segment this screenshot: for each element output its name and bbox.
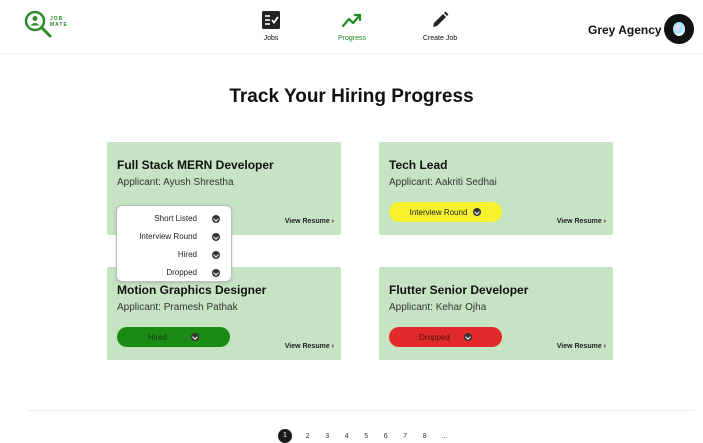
nav-progress[interactable]: Progress [317, 10, 387, 48]
nav-jobs-label: Jobs [263, 35, 279, 42]
chevron-down-icon [212, 233, 220, 241]
status-option-dropped[interactable]: Dropped [117, 264, 231, 282]
status-option-label: Short Listed [154, 214, 197, 223]
job-title: Motion Graphics Designer [117, 283, 267, 297]
nav-create-job-label: Create Job [422, 35, 458, 42]
chevron-down-icon [212, 269, 220, 277]
page-button-current[interactable]: 1 [278, 429, 292, 443]
footer-divider [28, 410, 695, 411]
applicant-name: Applicant: Pramesh Pathak [117, 302, 238, 313]
pagination: 1 2 3 4 5 6 7 8 ... [278, 429, 454, 443]
pencil-icon [433, 11, 449, 27]
status-dropdown-button[interactable]: Hired [117, 327, 230, 347]
page-button[interactable]: 3 [318, 433, 338, 440]
status-label: Hired [147, 332, 168, 342]
top-navbar: JOB MATE Jobs Progress Create Job Grey A… [0, 0, 703, 54]
page-ellipsis: ... [441, 432, 448, 440]
view-resume-link[interactable]: View Resume › [285, 343, 334, 350]
page-button[interactable]: 4 [337, 433, 357, 440]
status-dropdown-button[interactable]: Interview Round [389, 202, 502, 222]
logo-text: JOB MATE [50, 16, 68, 28]
trend-line-icon [341, 13, 362, 28]
chevron-down-icon [463, 333, 472, 341]
status-dropdown-menu: Short Listed Interview Round Hired Dropp… [116, 205, 232, 282]
job-card: Flutter Senior Developer Applicant: Keha… [379, 267, 613, 360]
job-card: Tech Lead Applicant: Aakriti Sedhai Inte… [379, 142, 613, 235]
page-title: Track Your Hiring Progress [229, 86, 474, 107]
view-resume-link[interactable]: View Resume › [557, 218, 606, 225]
status-option-hired[interactable]: Hired [117, 246, 231, 264]
page-button[interactable]: 6 [376, 433, 396, 440]
status-option-label: Hired [177, 250, 197, 259]
checklist-icon [262, 11, 280, 29]
status-option-short-listed[interactable]: Short Listed [117, 210, 231, 228]
jobmate-logo[interactable]: JOB MATE [24, 10, 94, 44]
view-resume-link[interactable]: View Resume › [557, 343, 606, 350]
page-button[interactable]: 2 [298, 433, 318, 440]
page-button[interactable]: 8 [415, 433, 435, 440]
avatar-icon[interactable] [664, 14, 694, 44]
applicant-name: Applicant: Ayush Shrestha [117, 177, 234, 188]
status-option-interview-round[interactable]: Interview Round [117, 228, 231, 246]
applicant-name: Applicant: Kehar Ojha [389, 302, 487, 313]
nav-jobs[interactable]: Jobs [236, 10, 306, 48]
nav-create-job[interactable]: Create Job [405, 10, 475, 48]
job-title: Full Stack MERN Developer [117, 158, 274, 172]
page-button[interactable]: 7 [396, 433, 416, 440]
nav-progress-label: Progress [337, 35, 366, 42]
chevron-down-icon [212, 215, 220, 223]
logo-line-2: MATE [50, 22, 68, 28]
job-title: Flutter Senior Developer [389, 283, 529, 297]
chevron-down-icon [191, 333, 200, 341]
job-title: Tech Lead [389, 158, 448, 172]
status-option-label: Interview Round [139, 232, 197, 241]
account-name[interactable]: Grey Agency [588, 23, 662, 37]
status-dropdown-button[interactable]: Dropped [389, 327, 502, 347]
status-option-label: Dropped [166, 268, 197, 277]
status-label: Dropped [419, 332, 450, 342]
applicant-name: Applicant: Aakriti Sedhai [389, 177, 497, 188]
status-label: Interview Round [409, 207, 468, 217]
chevron-down-icon [212, 251, 220, 259]
view-resume-link[interactable]: View Resume › [285, 218, 334, 225]
chevron-down-icon [473, 208, 482, 216]
page-button[interactable]: 5 [357, 433, 377, 440]
